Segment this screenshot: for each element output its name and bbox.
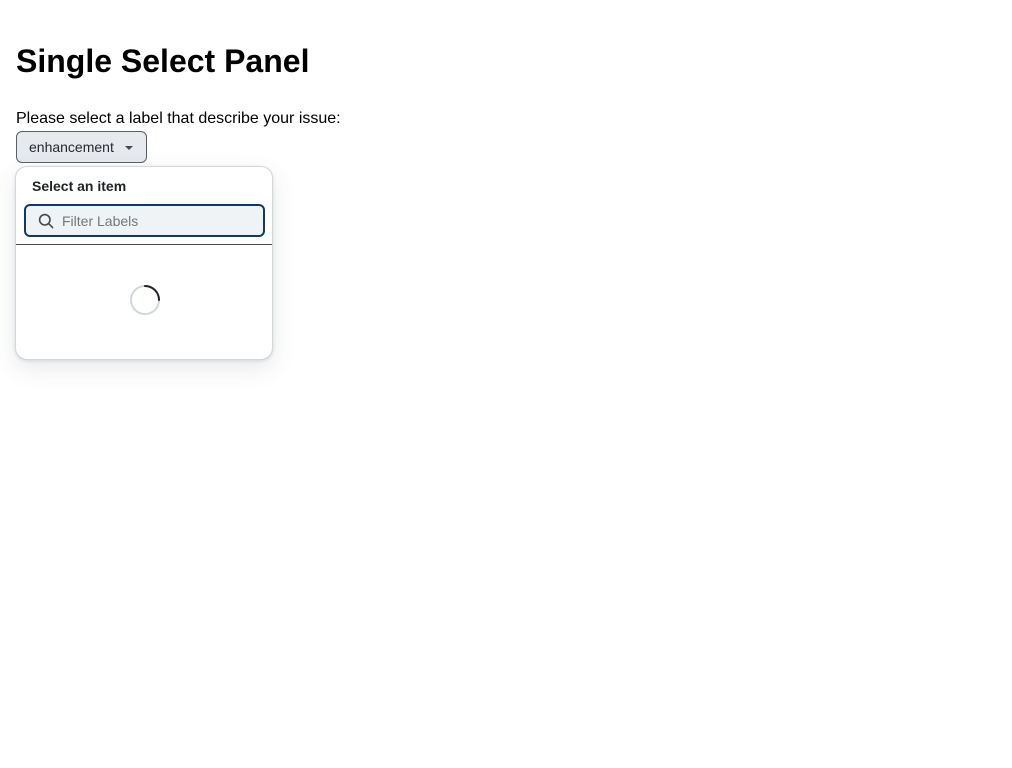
filter-input[interactable] [62,212,242,229]
select-prompt: Please select a label that describe your… [16,110,341,127]
page: Single Select Panel Please select a labe… [0,0,1012,768]
select-panel: Select an item [15,166,273,360]
search-icon [38,213,54,228]
loading-spinner-icon [130,285,160,315]
panel-title: Select an item [32,178,127,194]
triangle-down-icon [124,146,133,150]
filter-field[interactable] [24,204,265,237]
label-select-button[interactable]: enhancement [16,131,147,163]
divider [16,244,272,245]
select-button-label: enhancement [29,139,114,155]
page-title: Single Select Panel [16,43,310,79]
